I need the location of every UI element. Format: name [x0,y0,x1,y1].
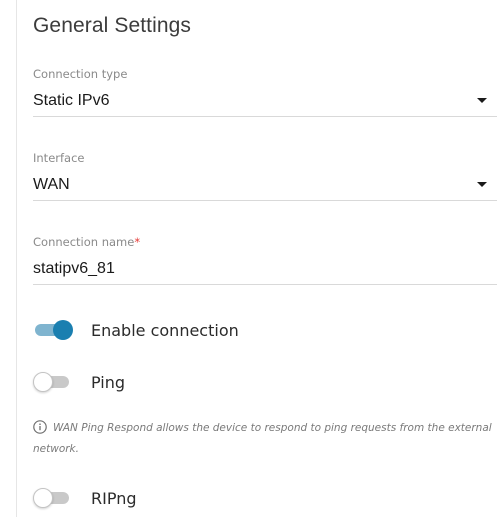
ping-row: Ping [33,369,125,395]
field-underline [33,116,497,117]
connection-name-label-text: Connection name [33,235,135,249]
interface-value[interactable]: WAN [33,172,497,198]
enable-connection-toggle[interactable] [33,320,73,340]
ripng-label: RIPng [91,488,137,508]
connection-name-field[interactable]: Connection name* statipv6_81 [33,234,497,285]
toggle-knob [33,488,53,508]
interface-label: Interface [33,151,85,165]
chevron-down-icon [477,182,487,187]
section-title: General Settings [33,14,192,37]
interface-selected: WAN [33,176,70,193]
ping-label: Ping [91,372,126,392]
toggle-knob [53,320,73,340]
info-icon [33,420,47,434]
connection-name-label: Connection name* [33,234,497,250]
ripng-row: RIPng [33,485,137,511]
ping-hint-text: WAN Ping Respond allows the device to re… [33,422,492,455]
required-mark: * [134,235,141,249]
interface-select[interactable]: Interface WAN [33,150,497,201]
connection-type-select[interactable]: Connection type Static IPv6 [33,66,497,117]
connection-type-value[interactable]: Static IPv6 [33,88,497,114]
connection-type-label: Connection type [33,67,128,81]
field-underline [33,200,497,201]
ping-hint: WAN Ping Respond allows the device to re… [33,418,493,460]
field-underline [33,284,497,285]
enable-connection-label: Enable connection [91,320,239,340]
chevron-down-icon [477,98,487,103]
ripng-toggle[interactable] [33,488,73,508]
enable-connection-row: Enable connection [33,317,239,343]
ping-toggle[interactable] [33,372,73,392]
toggle-knob [33,372,53,392]
connection-type-selected: Static IPv6 [33,92,110,109]
connection-name-input[interactable]: statipv6_81 [33,256,497,282]
